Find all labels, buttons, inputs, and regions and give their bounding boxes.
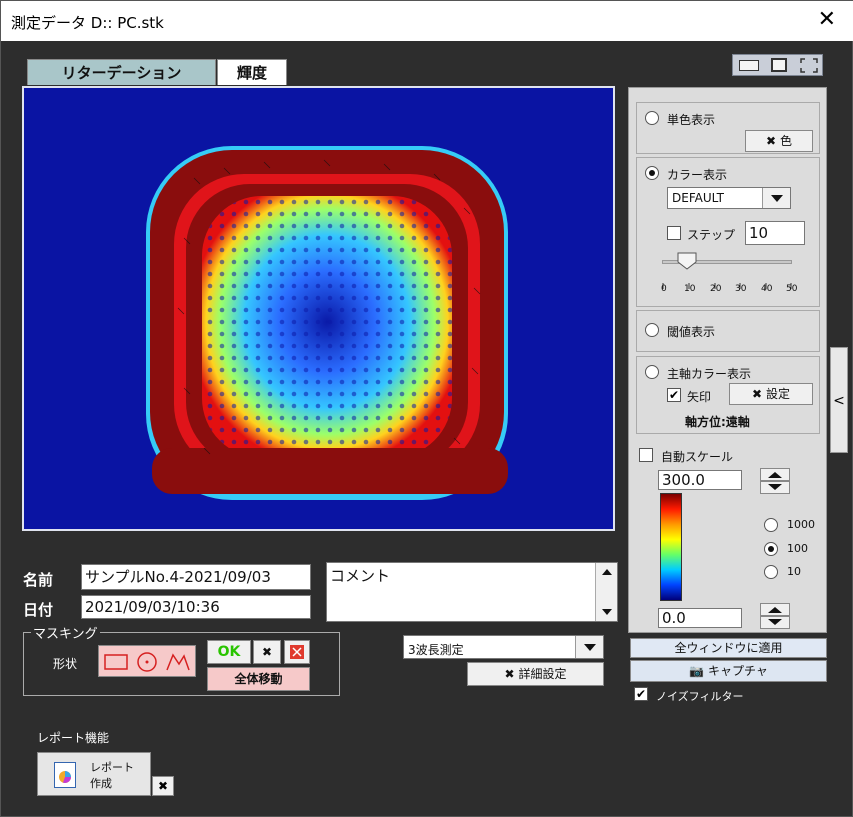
shape-label: 形状: [53, 657, 78, 671]
noise-filter-label: ノイズフィルター: [656, 690, 744, 703]
move-all-button[interactable]: 全体移動: [207, 667, 310, 691]
mask-shape-buttons: [98, 645, 196, 677]
color-scale-bar: [660, 493, 682, 601]
color-display-radio[interactable]: [645, 166, 659, 180]
report-icon: [54, 762, 76, 788]
scale-max-input[interactable]: 300.0: [658, 470, 742, 490]
capture-button-label: キャプチャ: [707, 664, 768, 678]
mask-cancel-icon[interactable]: [284, 640, 310, 664]
tools-icon: ✖: [766, 134, 777, 148]
range-100-radio[interactable]: [764, 542, 778, 556]
arrow-label: 矢印: [687, 390, 712, 404]
step-input[interactable]: 10: [745, 221, 805, 245]
mono-display-group: 単色表示 ✖ 色: [636, 102, 820, 154]
mono-display-label: 単色表示: [667, 113, 716, 127]
threshold-display-radio[interactable]: [645, 323, 659, 337]
comment-text: コメント: [330, 567, 391, 585]
slider-tick-50: 50: [786, 284, 798, 294]
comment-scrollbar[interactable]: [595, 563, 617, 621]
slider-tick-20: 20: [710, 284, 722, 294]
slider-ticks: [662, 274, 792, 289]
auto-scale-checkbox[interactable]: [639, 448, 653, 462]
detail-settings-label: 詳細設定: [518, 667, 567, 681]
name-input[interactable]: サンプルNo.4-2021/09/03: [81, 564, 311, 590]
axis-color-group: 主軸カラー表示 ✔ 矢印 ✖ 設定 軸方位:遠軸: [636, 356, 820, 434]
tab-luminance[interactable]: 輝度: [217, 59, 287, 85]
mask-tools-icon[interactable]: ✖: [253, 640, 281, 664]
slider-tick-10: 10: [684, 284, 696, 294]
slider-tick-40: 40: [761, 284, 773, 294]
auto-scale-label: 自動スケール: [661, 450, 734, 464]
color-display-group: カラー表示 DEFAULT ステップ 10 0 10 20 30 40 50: [636, 157, 820, 307]
noise-filter-checkbox[interactable]: ✔: [634, 687, 648, 701]
mono-color-button[interactable]: ✖ 色: [745, 130, 813, 152]
fullscreen-icon[interactable]: [799, 57, 819, 74]
report-settings-icon[interactable]: ✖: [152, 776, 174, 796]
arrow-checkbox[interactable]: ✔: [667, 388, 681, 402]
scale-max-spinner[interactable]: [760, 468, 790, 494]
apply-all-windows-button[interactable]: 全ウィンドウに適用: [630, 638, 827, 658]
date-input[interactable]: 2021/09/03/10:36: [81, 595, 311, 619]
side-panel-toggle[interactable]: <: [830, 347, 848, 453]
palette-select[interactable]: DEFAULT: [667, 187, 791, 209]
view-mode-buttons: [732, 54, 823, 76]
report-section-label: レポート機能: [37, 731, 110, 745]
axis-color-radio[interactable]: [645, 365, 659, 379]
masking-title: マスキング: [31, 623, 100, 642]
app-window: 測定データ D:: PC.stk ✕ リターデーション 輝度 単色表示 ✖ 色 …: [0, 0, 853, 817]
display-settings-panel: 単色表示 ✖ 色 カラー表示 DEFAULT ステップ 10 0 10 20 3…: [628, 87, 827, 633]
slider-tick-30: 30: [735, 284, 747, 294]
slider-tick-0: 0: [661, 284, 667, 294]
mono-display-radio[interactable]: [645, 111, 659, 125]
rectangle-mask-icon[interactable]: [102, 650, 130, 674]
step-slider-thumb[interactable]: [677, 252, 697, 270]
minimize-view-icon[interactable]: [739, 60, 759, 71]
measure-mode-select[interactable]: 3波長測定: [403, 635, 604, 659]
create-report-button[interactable]: レポート 作成: [37, 752, 151, 796]
measure-mode-value: 3波長測定: [408, 643, 464, 657]
step-checkbox[interactable]: [667, 226, 681, 240]
axis-settings-label: 設定: [765, 387, 790, 401]
report-button-line1: レポート: [90, 761, 134, 774]
tools-icon: ✖: [752, 387, 763, 401]
mask-ok-button[interactable]: OK: [207, 640, 251, 664]
comment-textarea[interactable]: コメント: [326, 562, 618, 622]
scale-min-input[interactable]: 0.0: [658, 608, 742, 628]
axis-direction-text: 軸方位:遠軸: [685, 415, 750, 429]
name-label: 名前: [23, 571, 54, 589]
range-1000-radio[interactable]: [764, 518, 778, 532]
range-10-radio[interactable]: [764, 565, 778, 579]
threshold-display-group: 閾値表示: [636, 310, 820, 352]
threshold-display-label: 閾値表示: [667, 325, 716, 339]
restore-view-icon[interactable]: [771, 58, 787, 72]
range-1000-label: 1000: [787, 518, 815, 531]
detail-settings-button[interactable]: ✖ 詳細設定: [467, 662, 604, 686]
tab-retardation[interactable]: リターデーション: [27, 59, 216, 85]
range-100-label: 100: [787, 542, 808, 555]
chevron-down-icon[interactable]: [575, 636, 603, 658]
mono-color-button-label: 色: [779, 134, 792, 148]
report-button-line2: 作成: [90, 777, 112, 790]
scale-min-spinner[interactable]: [760, 603, 790, 629]
step-label: ステップ: [687, 228, 736, 242]
window-title: 測定データ D:: PC.stk: [11, 14, 164, 32]
color-display-label: カラー表示: [667, 168, 728, 182]
polygon-mask-icon[interactable]: [164, 650, 192, 674]
close-icon[interactable]: ✕: [818, 7, 836, 32]
axis-color-label: 主軸カラー表示: [667, 367, 752, 381]
date-label: 日付: [23, 601, 54, 619]
palette-value: DEFAULT: [672, 191, 724, 205]
camera-icon: 📷: [689, 664, 705, 678]
axis-settings-button[interactable]: ✖ 設定: [729, 383, 813, 405]
tools-icon: ✖: [504, 667, 515, 681]
title-bar: 測定データ D:: PC.stk ✕: [1, 1, 853, 41]
retardation-map-view[interactable]: [22, 86, 615, 531]
range-10-label: 10: [787, 565, 801, 578]
chevron-down-icon[interactable]: [762, 188, 790, 208]
capture-button[interactable]: 📷 キャプチャ: [630, 660, 827, 682]
circle-mask-icon[interactable]: [133, 650, 161, 674]
